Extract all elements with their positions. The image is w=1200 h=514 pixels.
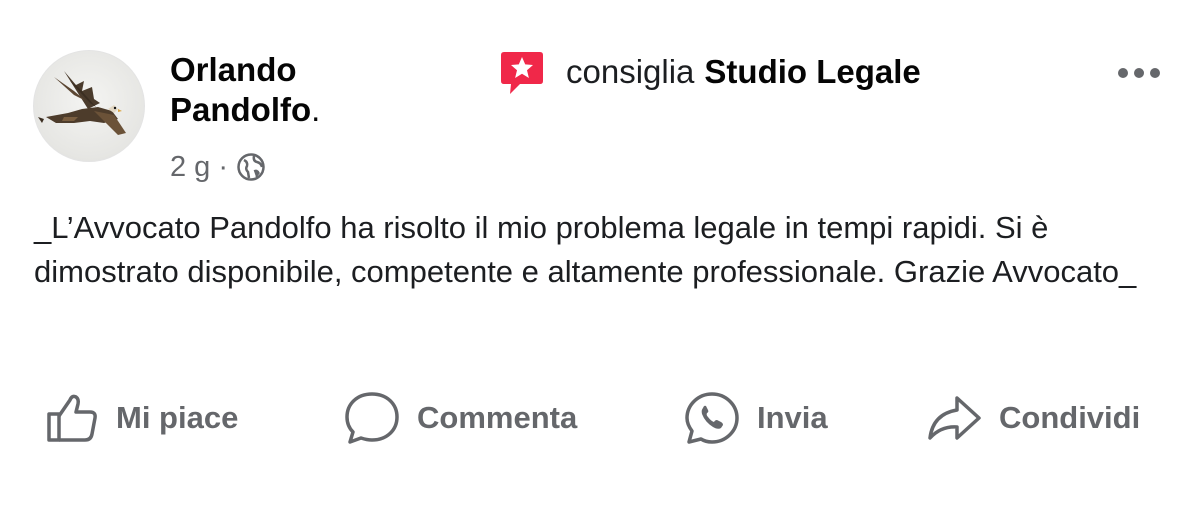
meta-separator: ·: [218, 150, 228, 183]
recommend-star-icon: [501, 52, 543, 94]
author-first-name: Orlando: [170, 51, 297, 88]
recommendation-line: consiglia Studio Legale: [498, 50, 921, 94]
recommend-verb: consiglia: [566, 53, 695, 90]
send-label: Invia: [757, 400, 828, 435]
comment-button[interactable]: Commenta: [343, 388, 577, 448]
post-meta: 2 g ·: [170, 148, 266, 186]
globe-icon: [237, 153, 265, 181]
like-label: Mi piace: [116, 400, 239, 435]
share-arrow-icon: [928, 396, 981, 440]
like-button[interactable]: Mi piace: [44, 388, 238, 448]
post-timestamp[interactable]: 2 g: [170, 151, 210, 184]
recommendation-post: Orlando Pandolfo. consiglia Studio Legal…: [0, 0, 1200, 514]
post-actions-bar: Mi piace Commenta Invia Condividi: [0, 388, 1200, 448]
share-button[interactable]: Condividi: [925, 388, 1140, 448]
recommended-page-link[interactable]: Studio Legale: [704, 53, 920, 91]
author-name-suffix: .: [311, 91, 321, 128]
post-body-text: _L’Avvocato Pandolfo ha risolto il mio p…: [34, 210, 1137, 289]
whatsapp-icon: [685, 392, 739, 444]
author-name[interactable]: Orlando Pandolfo.: [170, 50, 370, 130]
thumbs-up-icon: [47, 394, 97, 442]
eagle-avatar-image: [38, 71, 126, 135]
send-button[interactable]: Invia: [683, 388, 828, 448]
author-last-name: Pandolfo: [170, 91, 312, 128]
share-label: Condividi: [999, 400, 1141, 435]
avatar[interactable]: [33, 50, 145, 162]
comment-bubble-icon: [345, 392, 399, 444]
more-options-icon[interactable]: [1116, 60, 1162, 86]
comment-label: Commenta: [417, 400, 578, 435]
